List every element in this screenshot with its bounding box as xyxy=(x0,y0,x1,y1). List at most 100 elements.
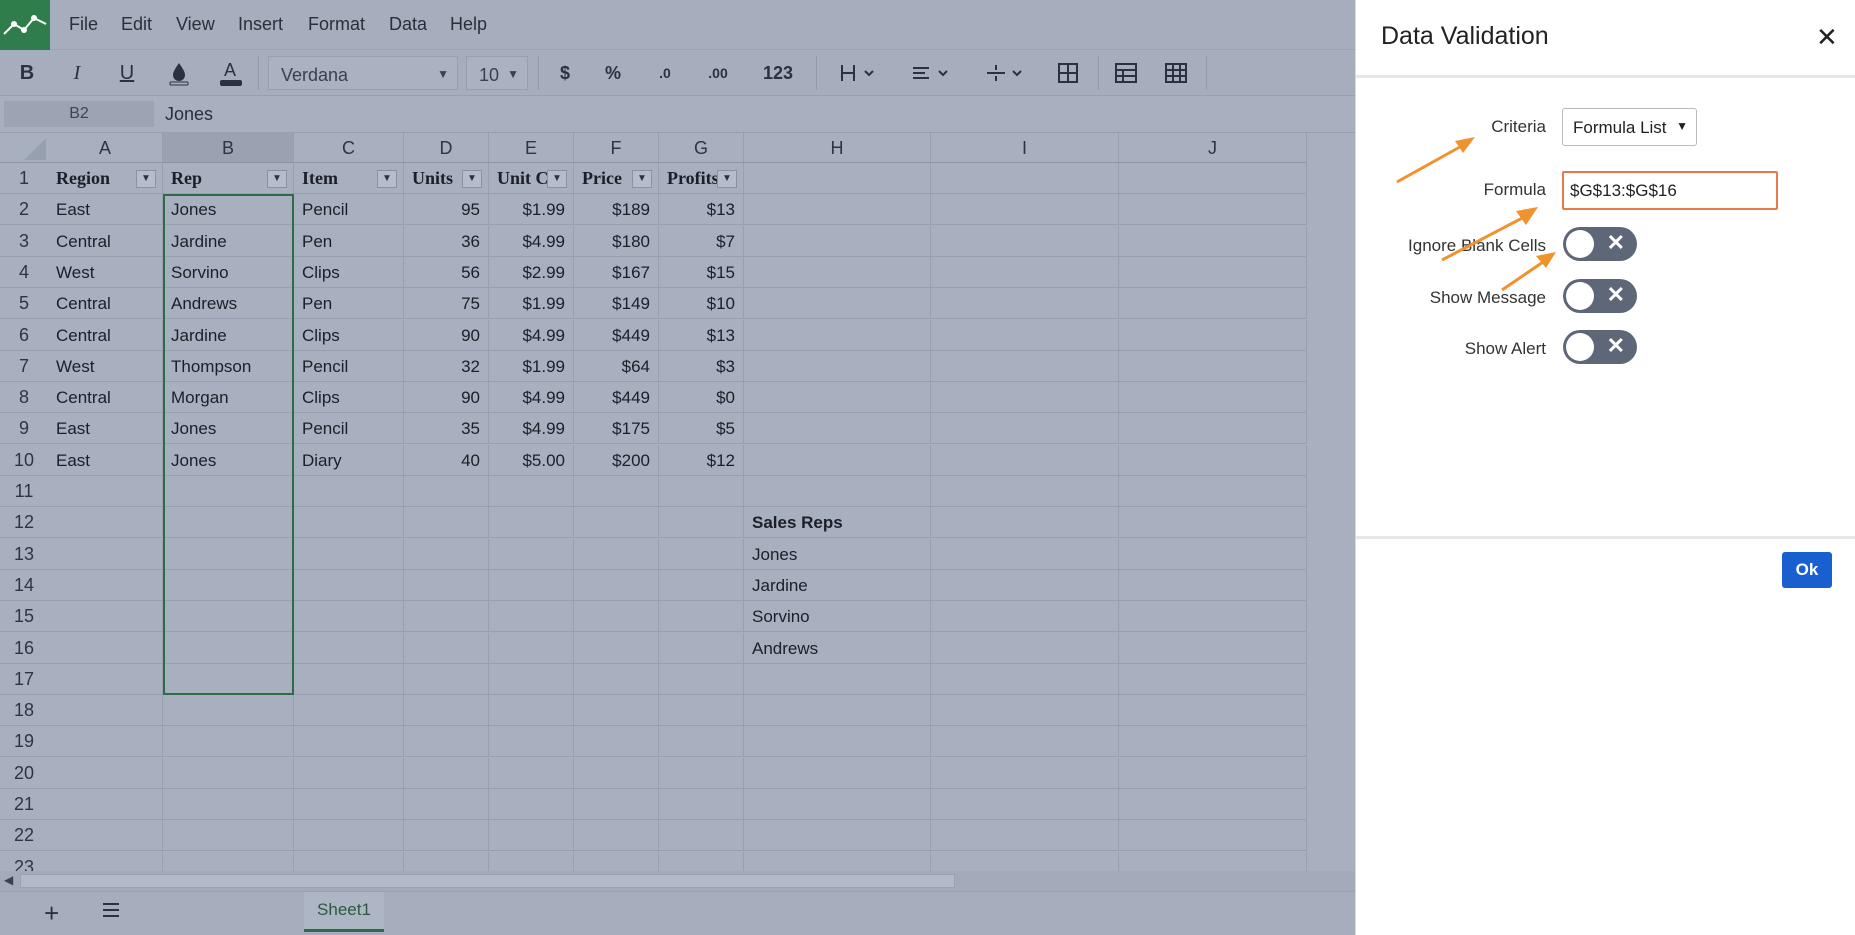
table-row-cell[interactable]: 32 xyxy=(404,350,489,382)
increase-decimal-button[interactable]: .00 xyxy=(702,58,734,88)
table-cell[interactable] xyxy=(489,789,574,820)
table-row-cell[interactable]: East xyxy=(48,194,163,226)
table-cell[interactable] xyxy=(931,695,1119,727)
table-row-cell[interactable]: $3 xyxy=(659,350,744,382)
row-header[interactable]: 23 xyxy=(0,851,48,871)
table-cell[interactable] xyxy=(931,382,1119,414)
row-header[interactable]: 4 xyxy=(0,256,48,288)
table-cell[interactable] xyxy=(1119,194,1307,226)
formula-input[interactable] xyxy=(1562,171,1778,210)
table-cell[interactable] xyxy=(1119,476,1307,507)
table-row-cell[interactable]: Jardine xyxy=(163,319,294,351)
table-cell[interactable] xyxy=(1119,632,1307,664)
borders-icon[interactable] xyxy=(1056,58,1080,88)
table-cell[interactable] xyxy=(1119,601,1307,633)
column-header[interactable]: G xyxy=(659,133,744,163)
row-header[interactable]: 7 xyxy=(0,350,48,382)
table-cell[interactable] xyxy=(574,726,659,758)
table-row-cell[interactable]: Morgan xyxy=(163,382,294,414)
table-cell[interactable] xyxy=(163,757,294,789)
table-cell[interactable] xyxy=(1119,663,1307,695)
table-cell[interactable] xyxy=(931,601,1119,633)
table-cell[interactable] xyxy=(574,757,659,789)
table-cell[interactable] xyxy=(163,820,294,852)
spreadsheet-grid[interactable]: A B C D E F G H I J 1 Region ▼ Rep ▼ Item ▼ Units ▼ Unit C ▼… xyxy=(0,133,1355,871)
column-header[interactable]: B xyxy=(163,133,294,163)
table-cell[interactable] xyxy=(163,695,294,727)
row-header[interactable]: 16 xyxy=(0,632,48,664)
ignore-blank-toggle[interactable]: ✕ xyxy=(1563,227,1637,261)
table-cell[interactable] xyxy=(744,789,931,820)
row-header[interactable]: 22 xyxy=(0,820,48,852)
table-row-cell[interactable]: $1.99 xyxy=(489,194,574,226)
horizontal-scrollbar[interactable]: ◀ xyxy=(0,871,1355,891)
table-row-cell[interactable]: Clips xyxy=(294,382,404,414)
table-cell[interactable] xyxy=(404,820,489,852)
table-cell[interactable] xyxy=(931,476,1119,507)
table-row-cell[interactable]: Pencil xyxy=(294,194,404,226)
table-cell[interactable] xyxy=(1119,789,1307,820)
row-header[interactable]: 14 xyxy=(0,569,48,601)
table-cell[interactable] xyxy=(404,695,489,727)
column-header[interactable]: H xyxy=(744,133,931,163)
table-cell[interactable] xyxy=(574,789,659,820)
table-cell[interactable] xyxy=(163,632,294,664)
select-all-corner[interactable] xyxy=(0,133,48,163)
percent-button[interactable]: % xyxy=(600,58,626,88)
table-cell[interactable] xyxy=(404,851,489,871)
filter-dropdown-icon[interactable]: ▼ xyxy=(632,170,652,188)
column-header[interactable]: E xyxy=(489,133,574,163)
close-icon[interactable]: ✕ xyxy=(1816,22,1838,53)
underline-button[interactable]: U xyxy=(114,58,140,88)
table-cell[interactable] xyxy=(659,789,744,820)
table-row-cell[interactable]: $449 xyxy=(574,319,659,351)
menu-format[interactable]: Format xyxy=(308,14,365,35)
table-row-cell[interactable]: $200 xyxy=(574,444,659,476)
table-row-cell[interactable]: Central xyxy=(48,288,163,320)
table-row-cell[interactable]: Thompson xyxy=(163,350,294,382)
table-row-cell[interactable]: Central xyxy=(48,382,163,414)
fill-color-icon[interactable] xyxy=(166,58,192,88)
column-header[interactable]: C xyxy=(294,133,404,163)
table-cell[interactable] xyxy=(294,851,404,871)
table-row-cell[interactable]: West xyxy=(48,256,163,288)
table-row-cell[interactable]: 36 xyxy=(404,225,489,257)
scrollbar-thumb[interactable] xyxy=(20,874,955,888)
font-family-select[interactable]: Verdana ▼ xyxy=(268,56,458,90)
table-cell[interactable] xyxy=(489,726,574,758)
row-header[interactable]: 10 xyxy=(0,444,48,476)
table-cell[interactable] xyxy=(294,789,404,820)
table-cell[interactable] xyxy=(163,569,294,601)
table-cell[interactable] xyxy=(1119,820,1307,852)
table-cell[interactable] xyxy=(931,413,1119,445)
row-header[interactable]: 11 xyxy=(0,476,48,507)
filter-dropdown-icon[interactable]: ▼ xyxy=(717,170,737,188)
table-cell[interactable] xyxy=(1119,225,1307,257)
table-cell[interactable] xyxy=(659,820,744,852)
table-cell[interactable] xyxy=(659,663,744,695)
menu-help[interactable]: Help xyxy=(450,14,487,35)
criteria-select[interactable]: Formula List ▼ xyxy=(1562,108,1697,146)
table-row-cell[interactable]: West xyxy=(48,350,163,382)
table-cell[interactable] xyxy=(744,695,931,727)
table-cell[interactable] xyxy=(574,851,659,871)
menu-view[interactable]: View xyxy=(176,14,215,35)
row-header[interactable]: 9 xyxy=(0,413,48,445)
table-cell[interactable] xyxy=(489,507,574,539)
table-cell[interactable] xyxy=(404,726,489,758)
table-cell[interactable] xyxy=(931,319,1119,351)
table-cell[interactable] xyxy=(163,476,294,507)
table-row-cell[interactable]: $167 xyxy=(574,256,659,288)
table-cell[interactable] xyxy=(931,663,1119,695)
table-cell[interactable] xyxy=(659,695,744,727)
table-row-cell[interactable]: $189 xyxy=(574,194,659,226)
table-cell[interactable] xyxy=(163,663,294,695)
add-sheet-icon[interactable]: + xyxy=(44,898,59,929)
table-cell[interactable] xyxy=(404,789,489,820)
table-cell[interactable] xyxy=(1119,569,1307,601)
table-cell[interactable] xyxy=(489,851,574,871)
table-row-cell[interactable]: Central xyxy=(48,319,163,351)
table-row-cell[interactable]: 35 xyxy=(404,413,489,445)
table-cell[interactable] xyxy=(294,632,404,664)
table-cell[interactable] xyxy=(294,476,404,507)
